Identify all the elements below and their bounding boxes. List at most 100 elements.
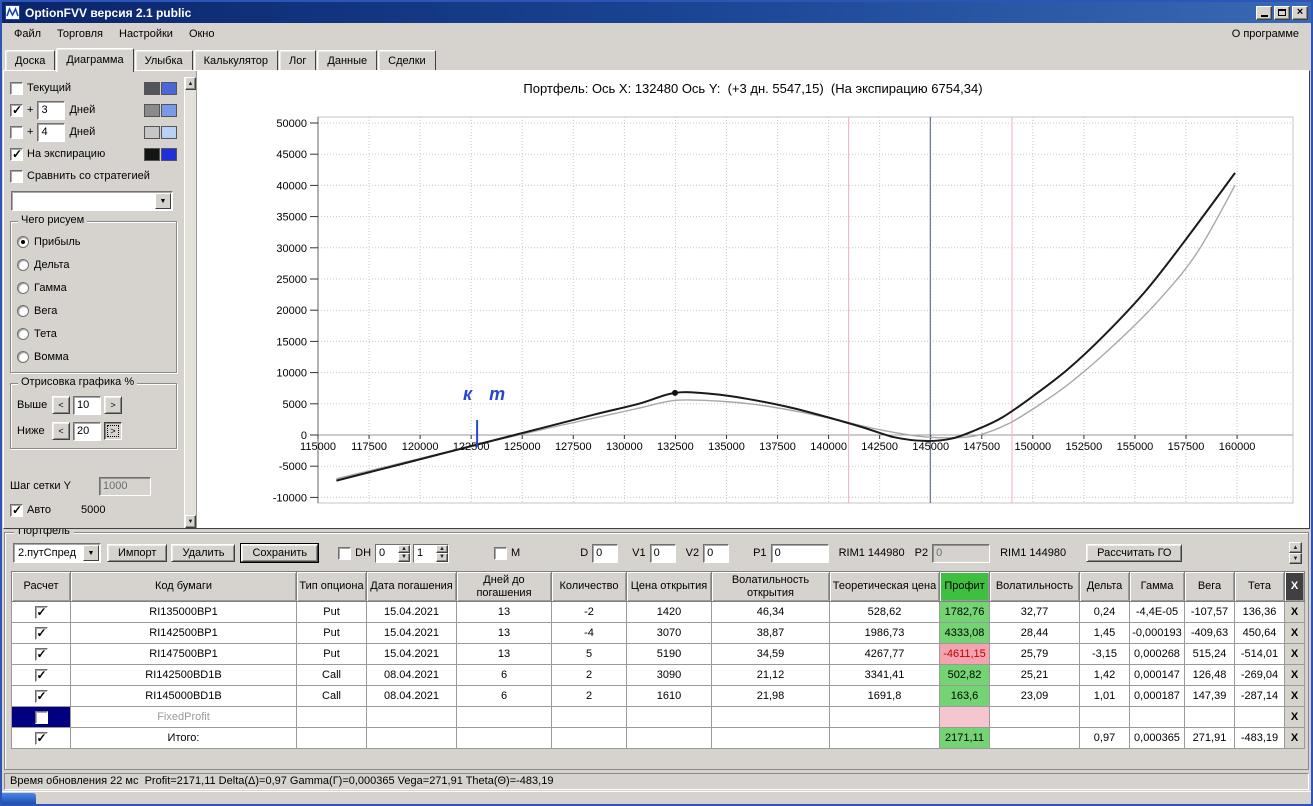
profit-chart[interactable]: 50000 45000 40000 35000 30000 25000 20000 15000… xyxy=(197,107,1302,528)
row-calc-cell[interactable] xyxy=(11,664,71,686)
color-swatch[interactable] xyxy=(161,125,177,139)
m-checkbox[interactable]: M xyxy=(494,546,520,560)
delete-row-button[interactable]: Х xyxy=(1284,622,1305,644)
spin-down-icon[interactable]: ▼ xyxy=(398,553,411,562)
chevron-down-icon[interactable]: ▼ xyxy=(83,545,99,561)
portfolio-select[interactable]: 2.путСпред ▼ xyxy=(13,543,101,563)
title-bar[interactable]: OptionFVV версия 2.1 public × xyxy=(2,2,1311,23)
scroll-up-icon[interactable]: ▲ xyxy=(185,77,196,90)
tab-3[interactable]: Калькулятор xyxy=(193,50,279,70)
spin-up-icon[interactable]: ▲ xyxy=(436,544,449,553)
curve-color-swatches[interactable] xyxy=(144,103,177,117)
svg-text:-5000: -5000 xyxy=(279,461,307,473)
spin-down-icon[interactable]: ▼ xyxy=(436,553,449,562)
col-header-9: Профит xyxy=(939,571,990,602)
grid-step-input[interactable] xyxy=(99,476,151,496)
row-calc-cell[interactable] xyxy=(11,601,71,623)
tab-1[interactable]: Диаграмма xyxy=(56,48,134,72)
table-scroll-buttons[interactable]: ▲ ▼ xyxy=(1289,542,1302,564)
auto-checkbox[interactable]: Авто xyxy=(10,503,51,517)
color-swatch[interactable] xyxy=(144,147,160,161)
increase-button[interactable]: > xyxy=(104,396,122,414)
menu-item-2[interactable]: Настройки xyxy=(111,26,181,42)
minimize-button[interactable] xyxy=(1256,5,1272,20)
days-input[interactable] xyxy=(37,122,66,142)
row-calc-cell[interactable] xyxy=(11,727,71,749)
decrease-button[interactable]: < xyxy=(52,396,70,414)
radio-label: Прибыль xyxy=(34,235,81,248)
decrease-button[interactable]: < xyxy=(52,422,70,440)
rim1-label: RIM1 144980 xyxy=(838,547,905,559)
close-button[interactable]: × xyxy=(1292,5,1308,20)
row-calc-cell[interactable] xyxy=(11,685,71,707)
tab-6[interactable]: Сделки xyxy=(378,50,436,70)
delete-row-button[interactable]: Х xyxy=(1284,643,1305,665)
curve-checkbox[interactable] xyxy=(10,125,23,139)
delete-row-button[interactable]: Х xyxy=(1284,727,1305,749)
curve-color-swatches[interactable] xyxy=(144,147,177,161)
panel-scrollbar[interactable]: ▲ ▼ xyxy=(184,77,196,528)
dh-spinner-1[interactable]: 0 ▲ ▼ xyxy=(375,543,412,563)
delete-row-button[interactable]: Х xyxy=(1284,706,1305,728)
scrollbar-track[interactable] xyxy=(185,90,196,515)
dh-checkbox[interactable]: DH xyxy=(338,546,371,560)
menu-item-0[interactable]: Файл xyxy=(6,26,49,42)
curve-color-swatches[interactable] xyxy=(144,125,177,139)
draw-option-5[interactable]: Вомма xyxy=(17,345,172,368)
chevron-down-icon[interactable]: ▼ xyxy=(155,193,171,209)
menu-item-3[interactable]: Окно xyxy=(181,26,223,42)
draw-option-0[interactable]: Прибыль xyxy=(17,230,172,253)
color-swatch[interactable] xyxy=(144,81,160,95)
color-swatch[interactable] xyxy=(144,103,160,117)
curve-color-swatches[interactable] xyxy=(144,81,177,95)
menu-item-1[interactable]: Торговля xyxy=(49,26,111,42)
cell xyxy=(989,706,1080,728)
menu-about[interactable]: О программе xyxy=(1224,26,1307,42)
percent-input[interactable] xyxy=(73,421,101,441)
tab-2[interactable]: Улыбка xyxy=(134,50,193,70)
delete-row-button[interactable]: Х xyxy=(1284,601,1305,623)
scroll-up-icon[interactable]: ▲ xyxy=(1289,542,1302,553)
delete-button[interactable]: Удалить xyxy=(171,544,236,562)
color-swatch[interactable] xyxy=(161,103,177,117)
color-swatch[interactable] xyxy=(161,147,177,161)
curve-checkbox[interactable] xyxy=(10,81,23,95)
tab-0[interactable]: Доска xyxy=(5,50,56,70)
maximize-button[interactable] xyxy=(1274,5,1290,20)
draw-option-2[interactable]: Гамма xyxy=(17,276,172,299)
curve-checkbox[interactable] xyxy=(10,103,23,117)
dh-spinner-2[interactable]: 1 ▲ ▼ xyxy=(413,543,450,563)
svg-text:15000: 15000 xyxy=(276,336,307,348)
import-button[interactable]: Импорт xyxy=(107,544,168,562)
percent-input[interactable] xyxy=(73,395,101,415)
color-swatch[interactable] xyxy=(144,125,160,139)
v1-input[interactable] xyxy=(649,543,676,563)
tab-5[interactable]: Данные xyxy=(317,50,378,70)
increase-button[interactable]: > xyxy=(104,422,122,440)
start-button-fragment[interactable] xyxy=(2,793,36,804)
color-swatch[interactable] xyxy=(161,81,177,95)
delete-row-button[interactable]: Х xyxy=(1284,664,1305,686)
draw-option-3[interactable]: Вега xyxy=(17,299,172,322)
delete-row-button[interactable]: Х xyxy=(1284,685,1305,707)
calc-go-button[interactable]: Рассчитать ГО xyxy=(1086,544,1183,562)
row-checkbox xyxy=(34,668,48,682)
days-input[interactable] xyxy=(37,100,66,120)
draw-option-4[interactable]: Тета xyxy=(17,322,172,345)
save-button[interactable]: Сохранить xyxy=(240,543,320,563)
scroll-down-icon[interactable]: ▼ xyxy=(185,515,196,528)
draw-option-1[interactable]: Дельта xyxy=(17,253,172,276)
spin-up-icon[interactable]: ▲ xyxy=(398,544,411,553)
compare-strategy-select[interactable]: ▼ xyxy=(11,191,173,211)
row-calc-cell[interactable] xyxy=(11,706,71,728)
row-calc-cell[interactable] xyxy=(11,622,71,644)
compare-strategy-checkbox[interactable]: Сравнить со стратегией xyxy=(10,165,179,187)
curve-checkbox[interactable] xyxy=(10,147,23,161)
scroll-down-icon[interactable]: ▼ xyxy=(1289,553,1302,564)
p1-input[interactable] xyxy=(770,543,829,563)
row-calc-cell[interactable] xyxy=(11,643,71,665)
p2-input[interactable] xyxy=(932,543,991,563)
v2-input[interactable] xyxy=(703,543,730,563)
d-input[interactable] xyxy=(592,543,619,563)
tab-4[interactable]: Лог xyxy=(279,50,317,70)
